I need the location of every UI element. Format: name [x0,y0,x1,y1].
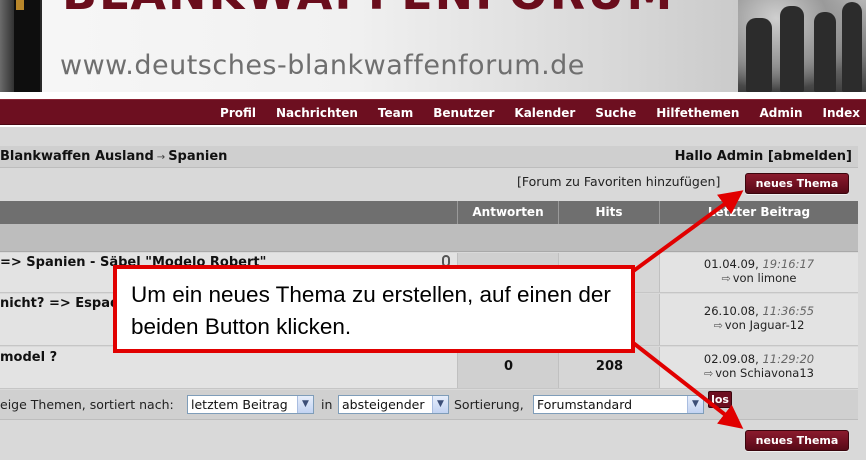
chevron-down-icon[interactable]: ▼ [297,396,313,413]
breadcrumb-current[interactable]: Spanien [168,149,227,164]
banner-sword-strip [14,0,40,92]
sort-by-value: letztem Beitrag [191,397,288,412]
breadcrumb-parent[interactable]: Blankwaffen Ausland [0,149,154,164]
add-favorites-link[interactable]: [Forum zu Favoriten hinzufügen] [517,174,720,189]
main-nav: Profil Nachrichten Team Benutzer Kalende… [0,99,866,125]
last-post-datetime: 26.10.08, 11:36:55 [660,304,858,318]
last-post-datetime: 01.04.09, 19:16:17 [660,257,858,271]
site-url: www.deutsches-blankwaffenforum.de [60,50,585,81]
topic-title-link[interactable]: model ? [0,350,57,365]
last-post-author-name: von limone [732,271,797,285]
new-topic-button-bottom[interactable]: neues Thema [745,430,849,451]
photo-figure [814,12,836,92]
banner-photo [738,0,866,92]
topic-title-link[interactable]: nicht? => Espada [0,296,128,311]
col-header-last-post[interactable]: Letzter Beitrag [659,201,858,224]
nav-item-benutzer[interactable]: Benutzer [433,106,494,120]
table-row: model ? 0 208 02.09.08, 11:29:20 ⇨ von Sc… [0,347,858,389]
breadcrumb-bar: Blankwaffen Ausland → Spanien Hallo Admin … [0,146,858,168]
sort-by-select[interactable]: letztem Beitrag ▼ [187,395,314,414]
topic-table-header: Antworten Hits Letzter Beitrag [0,201,858,224]
last-post-date: 01.04.09, [703,257,759,271]
last-post-time: 19:16:17 [762,257,815,271]
photo-figure [746,18,772,92]
nav-item-admin[interactable]: Admin [759,106,802,120]
photo-figure [842,2,862,92]
last-post-cell: 26.10.08, 11:36:55 ⇨ von Jaguar-12 [659,294,858,345]
nav-item-hilfethemen[interactable]: Hilfethemen [656,106,739,120]
answers-cell: 0 [457,347,558,388]
last-post-datetime: 02.09.08, 11:29:20 [660,352,858,366]
hits-cell: 208 [558,347,659,388]
user-greeting[interactable]: Hallo Admin [abmelden] [675,149,852,164]
photo-figure [780,6,804,92]
answers-count: 0 [503,359,514,374]
goto-post-icon[interactable]: ⇨ [704,367,713,380]
col-header-answers[interactable]: Antworten [457,201,558,224]
breadcrumb-arrow-icon: → [156,152,166,163]
last-post-author[interactable]: ⇨ von limone [660,271,858,285]
nav-item-suche[interactable]: Suche [595,106,636,120]
banner-sword-image [0,0,42,92]
nav-item-team[interactable]: Team [378,106,413,120]
nav-item-kalender[interactable]: Kalender [514,106,575,120]
filter-value: Forumstandard [537,397,633,412]
sort-order-select[interactable]: absteigender ▼ [338,395,449,414]
last-post-time: 11:29:20 [762,352,815,366]
sort-label: eige Themen, sortiert nach: [0,397,174,412]
nav-item-index[interactable]: Index [823,106,860,120]
last-post-author[interactable]: ⇨ von Schiavona13 [660,366,858,380]
last-post-date: 26.10.08, [703,304,759,318]
site-title: BLANKWAFFENFORUM [62,0,674,20]
sort-order-label: Sortierung, [454,397,524,412]
goto-post-icon[interactable]: ⇨ [722,272,731,285]
annotation-callout: Um ein neues Thema zu erstellen, auf ein… [113,265,635,353]
sort-order-value: absteigender [342,397,425,412]
nav-item-profil[interactable]: Profil [220,106,256,120]
goto-post-icon[interactable]: ⇨ [714,319,723,332]
table-subheader [0,224,858,252]
hits-count: 208 [595,359,624,374]
last-post-author-name: von Schiavona13 [715,366,814,380]
last-post-author-name: von Jaguar-12 [724,318,805,332]
new-topic-button-top[interactable]: neues Thema [745,173,849,194]
annotation-text: Um ein neues Thema zu erstellen, auf ein… [131,282,611,339]
banner-sword-hilt [16,0,24,10]
chevron-down-icon[interactable]: ▼ [432,396,448,413]
sort-in-label: in [321,397,333,412]
last-post-cell: 01.04.09, 19:16:17 ⇨ von limone [659,253,858,292]
last-post-cell: 02.09.08, 11:29:20 ⇨ von Schiavona13 [659,347,858,388]
nav-item-nachrichten[interactable]: Nachrichten [276,106,358,120]
col-header-hits[interactable]: Hits [558,201,659,224]
last-post-time: 11:36:55 [762,304,815,318]
breadcrumb: Blankwaffen Ausland → Spanien [0,149,227,164]
go-button[interactable]: los [708,391,732,408]
chevron-down-icon[interactable]: ▼ [687,396,703,413]
filter-select[interactable]: Forumstandard ▼ [533,395,704,414]
site-banner: BLANKWAFFENFORUM www.deutsches-blankwaff… [0,0,866,92]
last-post-date: 02.09.08, [703,352,759,366]
last-post-author[interactable]: ⇨ von Jaguar-12 [660,318,858,332]
